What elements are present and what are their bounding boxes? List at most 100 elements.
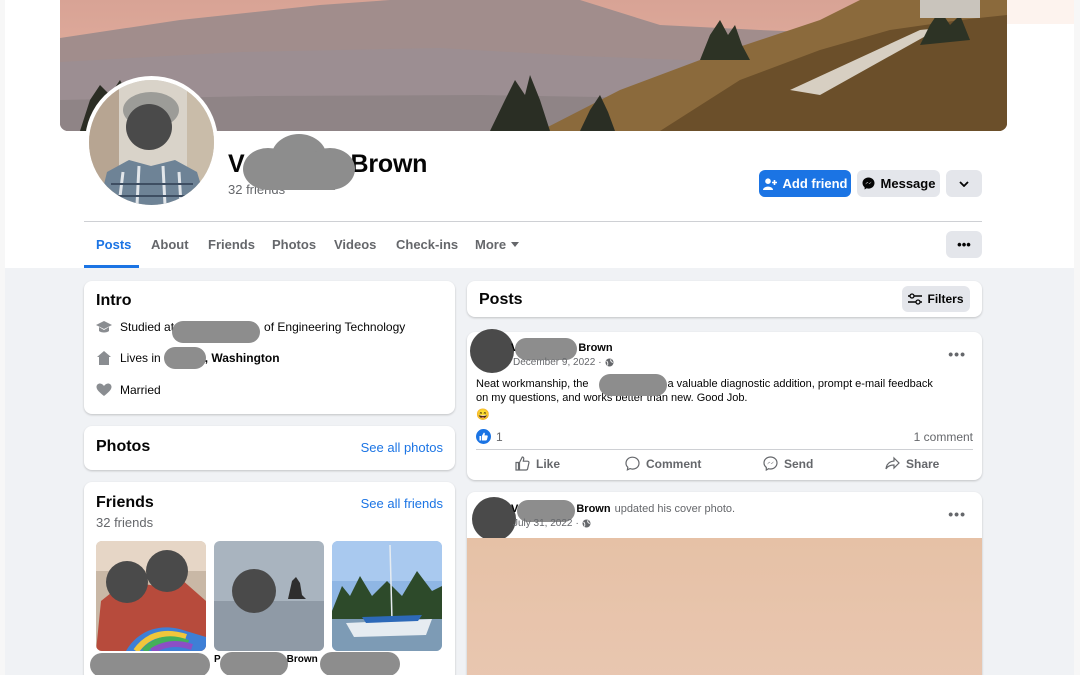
- window-edge-left: [0, 0, 5, 675]
- like-button[interactable]: Like: [515, 456, 560, 471]
- post-date[interactable]: July 31, 2022 ·: [513, 518, 591, 529]
- post-options-icon[interactable]: •••: [948, 346, 966, 362]
- post-text: Neat workmanship, the are a valuable diag…: [476, 377, 976, 405]
- friends-title: Friends: [96, 494, 154, 511]
- friend-photo-2[interactable]: [214, 541, 324, 651]
- like-reaction-icon: [476, 429, 491, 444]
- photos-title: Photos: [96, 438, 151, 455]
- post-comments-count[interactable]: 1 comment: [914, 430, 973, 444]
- filter-sliders-icon: [908, 293, 923, 305]
- chevron-down-icon: [959, 180, 969, 187]
- post-author-avatar[interactable]: [470, 329, 514, 373]
- message-label: Message: [880, 176, 936, 191]
- friend-photo-1[interactable]: [96, 541, 206, 651]
- intro-lives-prefix: Lives in: [120, 351, 161, 365]
- post-author-last: Brown: [578, 342, 613, 354]
- post-activity-text: updated his cover photo.: [614, 503, 736, 515]
- messenger-icon: [862, 177, 875, 190]
- comment-label: Comment: [646, 456, 702, 471]
- comment-bubble-icon: [625, 456, 640, 471]
- send-button[interactable]: Send: [763, 456, 813, 471]
- posts-header-card: Posts Filters: [467, 281, 982, 317]
- filters-button[interactable]: Filters: [902, 286, 970, 312]
- post-author-last: Brown: [576, 503, 611, 515]
- active-tab-indicator: [84, 265, 139, 268]
- tab-friends[interactable]: Friends: [208, 237, 255, 252]
- profile-name-last: Brown: [350, 150, 428, 178]
- top-corner-strip: [1006, 0, 1074, 24]
- tab-photos[interactable]: Photos: [272, 237, 316, 252]
- post-actions-divider: [476, 449, 973, 450]
- intro-relationship: Married: [96, 382, 161, 398]
- caret-down-icon: [511, 242, 520, 247]
- intro-card: Intro Studied at of Engineering Technolo…: [84, 281, 455, 414]
- share-label: Share: [906, 456, 940, 471]
- heart-icon: [96, 382, 112, 398]
- friend-photo-3[interactable]: [332, 541, 442, 651]
- product-name-redaction: [599, 374, 667, 396]
- post-date-text: July 31, 2022: [513, 518, 573, 529]
- intro-relationship-label: Married: [120, 383, 161, 397]
- add-friend-button[interactable]: Add friend: [759, 170, 851, 197]
- friends-count: 32 friends: [96, 515, 154, 530]
- messenger-send-icon: [763, 456, 778, 471]
- post-date-text: December 9, 2022: [513, 357, 596, 368]
- comment-button[interactable]: Comment: [625, 456, 701, 471]
- tab-about[interactable]: About: [151, 237, 189, 252]
- tab-more[interactable]: More: [475, 237, 520, 252]
- profile-avatar[interactable]: [85, 76, 218, 209]
- ellipsis-icon: •••: [957, 237, 971, 252]
- profile-options-dropdown-button[interactable]: [946, 170, 982, 197]
- see-all-photos-link[interactable]: See all photos: [361, 440, 443, 455]
- like-label: Like: [536, 456, 561, 471]
- reactions-count: 1: [496, 429, 503, 444]
- profile-name-first: V: [228, 150, 245, 178]
- add-friend-icon: [762, 177, 777, 190]
- name-redaction: [243, 134, 355, 190]
- globe-icon: [582, 519, 591, 528]
- avatar-face-redaction: [126, 104, 172, 150]
- share-button[interactable]: Share: [885, 456, 939, 471]
- city-name-redaction: [164, 347, 206, 369]
- intro-studied-prefix: Studied at: [120, 320, 175, 334]
- friend-3-name-redaction: [320, 652, 400, 675]
- window-edge-right: [1074, 0, 1080, 675]
- cover-photo-post-image[interactable]: [467, 538, 982, 675]
- tab-videos[interactable]: Videos: [334, 237, 376, 252]
- filters-label: Filters: [927, 292, 964, 306]
- tab-more-label: More: [475, 237, 507, 252]
- post-author-avatar[interactable]: [472, 497, 516, 541]
- post-reactions[interactable]: 1: [476, 429, 503, 444]
- intro-studied-suffix[interactable]: of Engineering Technology: [264, 320, 405, 334]
- school-name-redaction: [172, 321, 260, 343]
- thumbs-up-icon: [515, 456, 530, 471]
- tab-posts[interactable]: Posts: [96, 237, 131, 252]
- graduation-cap-icon: [96, 319, 112, 335]
- more-options-button[interactable]: •••: [946, 231, 982, 258]
- add-friend-label: Add friend: [782, 176, 848, 191]
- posts-title: Posts: [479, 291, 523, 308]
- send-label: Send: [784, 456, 814, 471]
- friend-2-name-redaction: [220, 652, 288, 675]
- intro-lives-state[interactable]: , Washington: [205, 351, 280, 365]
- post-card: V Brown updated his cover photo. July 31,…: [467, 492, 982, 675]
- post-date[interactable]: December 9, 2022 ·: [513, 357, 614, 368]
- message-button[interactable]: Message: [857, 170, 940, 197]
- post-card: VBrown December 9, 2022 · ••• Neat workm…: [467, 329, 982, 480]
- tab-check-ins[interactable]: Check-ins: [396, 237, 458, 252]
- friend-2-last-name: Brown: [286, 654, 318, 665]
- tab-divider: [84, 221, 982, 222]
- post-text-part-1: Neat workmanship, the: [476, 378, 589, 390]
- see-all-friends-link[interactable]: See all friends: [361, 496, 443, 511]
- photos-card: Photos See all photos: [84, 426, 455, 470]
- post-options-icon[interactable]: •••: [948, 506, 966, 522]
- post-text-part-2: are a valuable diagnostic addition, prom…: [648, 378, 933, 390]
- friend-1-name-redaction: [90, 653, 210, 675]
- share-arrow-icon: [885, 456, 900, 470]
- home-icon: [96, 350, 112, 366]
- globe-icon: [605, 358, 614, 367]
- friend-3-sailboat-image: [332, 541, 442, 651]
- post-emoji: 😄: [476, 409, 490, 421]
- friends-card: Friends 32 friends See all friends P Bro…: [84, 482, 455, 675]
- intro-title: Intro: [96, 292, 132, 309]
